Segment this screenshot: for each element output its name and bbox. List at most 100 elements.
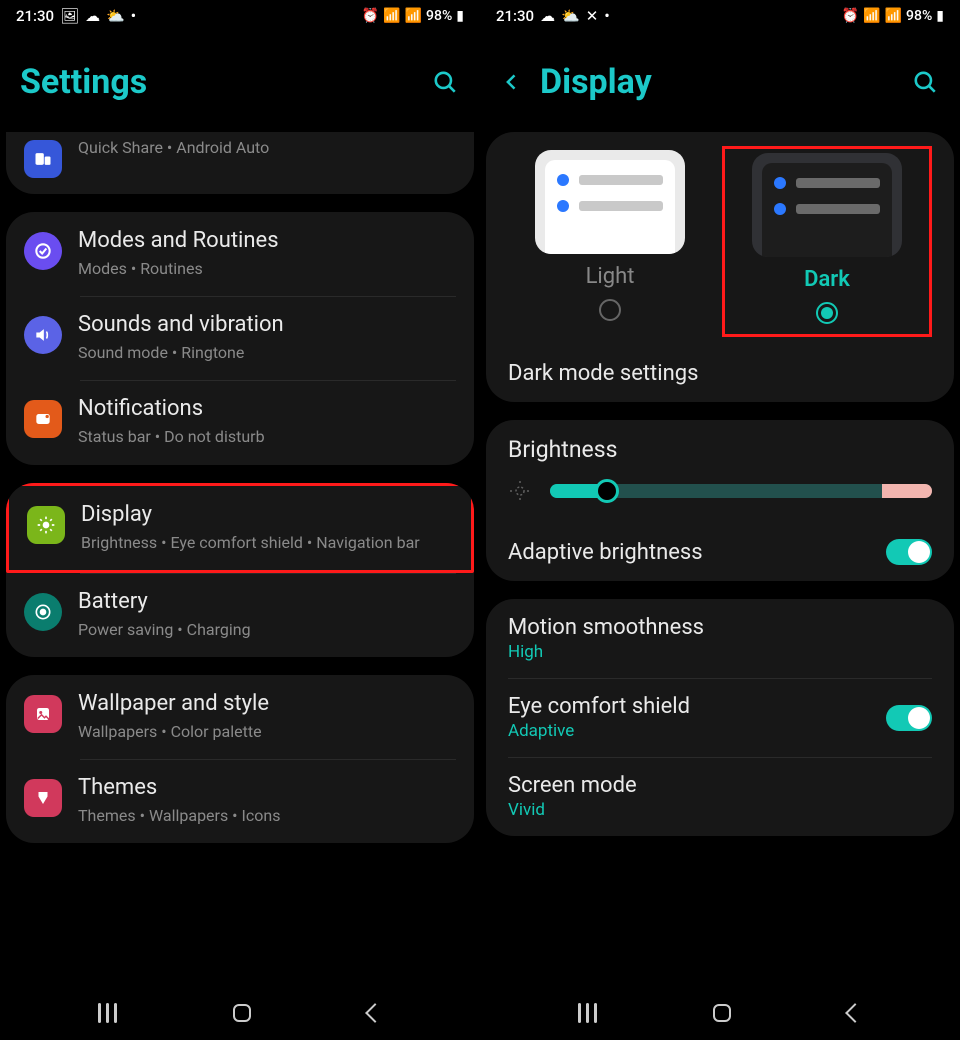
motion-label: Motion smoothness (508, 615, 932, 640)
nav-bar (0, 986, 480, 1040)
status-bar: 21:30 🖼 ☁ ⛅ • ⏰ 📶 📶 98% ▮ (0, 0, 480, 32)
screen-mode-label: Screen mode (508, 773, 932, 798)
connected-devices-card: Quick Share • Android Auto (6, 132, 474, 194)
eye-value: Adaptive (508, 721, 690, 741)
brightness-label: Brightness (486, 420, 954, 473)
item-title: Display (81, 502, 453, 527)
item-sub: Wallpapers • Color palette (78, 720, 456, 743)
brightness-slider[interactable] (550, 477, 932, 505)
devices-icon (24, 140, 62, 178)
theme-dark-label: Dark (804, 267, 850, 292)
adaptive-brightness-toggle[interactable] (886, 539, 932, 565)
item-sub: Themes • Wallpapers • Icons (78, 804, 456, 827)
display-item[interactable]: Display Brightness • Eye comfort shield … (6, 483, 474, 573)
radio-light[interactable] (599, 299, 621, 321)
search-button[interactable] (910, 67, 940, 97)
connected-devices-item[interactable]: Quick Share • Android Auto (6, 132, 474, 194)
motion-value: High (508, 642, 932, 662)
eye-label: Eye comfort shield (508, 694, 690, 719)
battery-icon: ▮ (936, 8, 944, 24)
home-button[interactable] (233, 1004, 251, 1022)
home-button[interactable] (713, 1004, 731, 1022)
search-icon (432, 69, 458, 95)
display-options-card: Motion smoothness High Eye comfort shiel… (486, 599, 954, 836)
settings-group-2: Display Brightness • Eye comfort shield … (6, 483, 474, 657)
sounds-item[interactable]: Sounds and vibration Sound mode • Ringto… (6, 296, 474, 380)
motion-smoothness-item[interactable]: Motion smoothness High (486, 599, 954, 678)
missed-call-icon: ✕ (586, 7, 599, 25)
wifi-icon: 📶 (863, 8, 880, 24)
more-dot-icon: • (131, 7, 136, 25)
battery-icon (24, 593, 62, 631)
status-bar: 21:30 ☁ ⛅ ✕ • ⏰ 📶 📶 98% ▮ (480, 0, 960, 32)
notification-icon (24, 400, 62, 438)
item-title: Battery (78, 589, 456, 614)
notifications-item[interactable]: Notifications Status bar • Do not distur… (6, 380, 474, 464)
item-title: Notifications (78, 396, 456, 421)
item-title: Wallpaper and style (78, 691, 456, 716)
dark-mode-settings-item[interactable]: Dark mode settings (486, 345, 954, 402)
search-icon (912, 69, 938, 95)
item-title: Sounds and vibration (78, 312, 456, 337)
sound-icon (24, 316, 62, 354)
signal-icon: 📶 (405, 8, 422, 24)
settings-group-1: Modes and Routines Modes • Routines Soun… (6, 212, 474, 465)
eye-comfort-toggle[interactable] (886, 705, 932, 731)
signal-icon: 📶 (885, 8, 902, 24)
radio-dark[interactable] (816, 302, 838, 324)
settings-pane: 21:30 🖼 ☁ ⛅ • ⏰ 📶 📶 98% ▮ Settings (0, 0, 480, 1040)
adaptive-brightness-label: Adaptive brightness (508, 540, 703, 565)
eye-comfort-item[interactable]: Eye comfort shield Adaptive (486, 678, 954, 757)
nav-bar (480, 986, 960, 1040)
themes-icon (24, 779, 62, 817)
alarm-icon: ⏰ (842, 8, 859, 24)
modes-icon (24, 232, 62, 270)
settings-header: Settings (0, 32, 480, 132)
dark-preview-icon (752, 153, 902, 257)
themes-item[interactable]: Themes Themes • Wallpapers • Icons (6, 759, 474, 843)
screen-mode-item[interactable]: Screen mode Vivid (486, 757, 954, 836)
modes-routines-item[interactable]: Modes and Routines Modes • Routines (6, 212, 474, 296)
back-button[interactable] (500, 70, 524, 94)
settings-group-3: Wallpaper and style Wallpapers • Color p… (6, 675, 474, 843)
item-sub: Power saving • Charging (78, 618, 456, 641)
theme-option-dark[interactable]: Dark (722, 146, 932, 337)
connected-devices-sub: Quick Share • Android Auto (78, 136, 456, 159)
wallpaper-item[interactable]: Wallpaper and style Wallpapers • Color p… (6, 675, 474, 759)
cloud-icon: ☁ (85, 7, 100, 25)
battery-text: 98% (426, 8, 452, 24)
status-time: 21:30 (496, 7, 534, 25)
light-preview-icon (535, 150, 685, 254)
brightness-icon (27, 506, 65, 544)
item-title: Themes (78, 775, 456, 800)
back-button[interactable] (365, 1003, 385, 1023)
adaptive-brightness-item[interactable]: Adaptive brightness (486, 523, 954, 581)
recents-button[interactable] (578, 1003, 597, 1023)
battery-item[interactable]: Battery Power saving • Charging (6, 573, 474, 657)
item-sub: Sound mode • Ringtone (78, 341, 456, 364)
battery-text: 98% (906, 8, 932, 24)
theme-option-light[interactable]: Light (508, 146, 712, 337)
theme-light-label: Light (586, 264, 635, 289)
status-time: 21:30 (16, 7, 54, 25)
item-title: Modes and Routines (78, 228, 456, 253)
recents-button[interactable] (98, 1003, 117, 1023)
display-pane: 21:30 ☁ ⛅ ✕ • ⏰ 📶 📶 98% ▮ Display (480, 0, 960, 1040)
theme-card: Light Dark Dark mode settings (486, 132, 954, 402)
display-header: Display (480, 32, 960, 132)
gallery-icon: 🖼 (60, 7, 79, 25)
search-button[interactable] (430, 67, 460, 97)
brightness-card: Brightness Adaptive brightness (486, 420, 954, 581)
weather-icon: ⛅ (561, 7, 580, 25)
back-button[interactable] (845, 1003, 865, 1023)
battery-icon: ▮ (456, 8, 464, 24)
cloud-icon: ☁ (540, 7, 555, 25)
chevron-left-icon (502, 72, 522, 92)
weather-icon: ⛅ (106, 7, 125, 25)
item-sub: Status bar • Do not disturb (78, 425, 456, 448)
item-sub: Brightness • Eye comfort shield • Naviga… (81, 531, 453, 554)
dark-mode-settings-label: Dark mode settings (508, 361, 932, 386)
screen-mode-value: Vivid (508, 800, 932, 820)
wifi-icon: 📶 (383, 8, 400, 24)
alarm-icon: ⏰ (362, 8, 379, 24)
